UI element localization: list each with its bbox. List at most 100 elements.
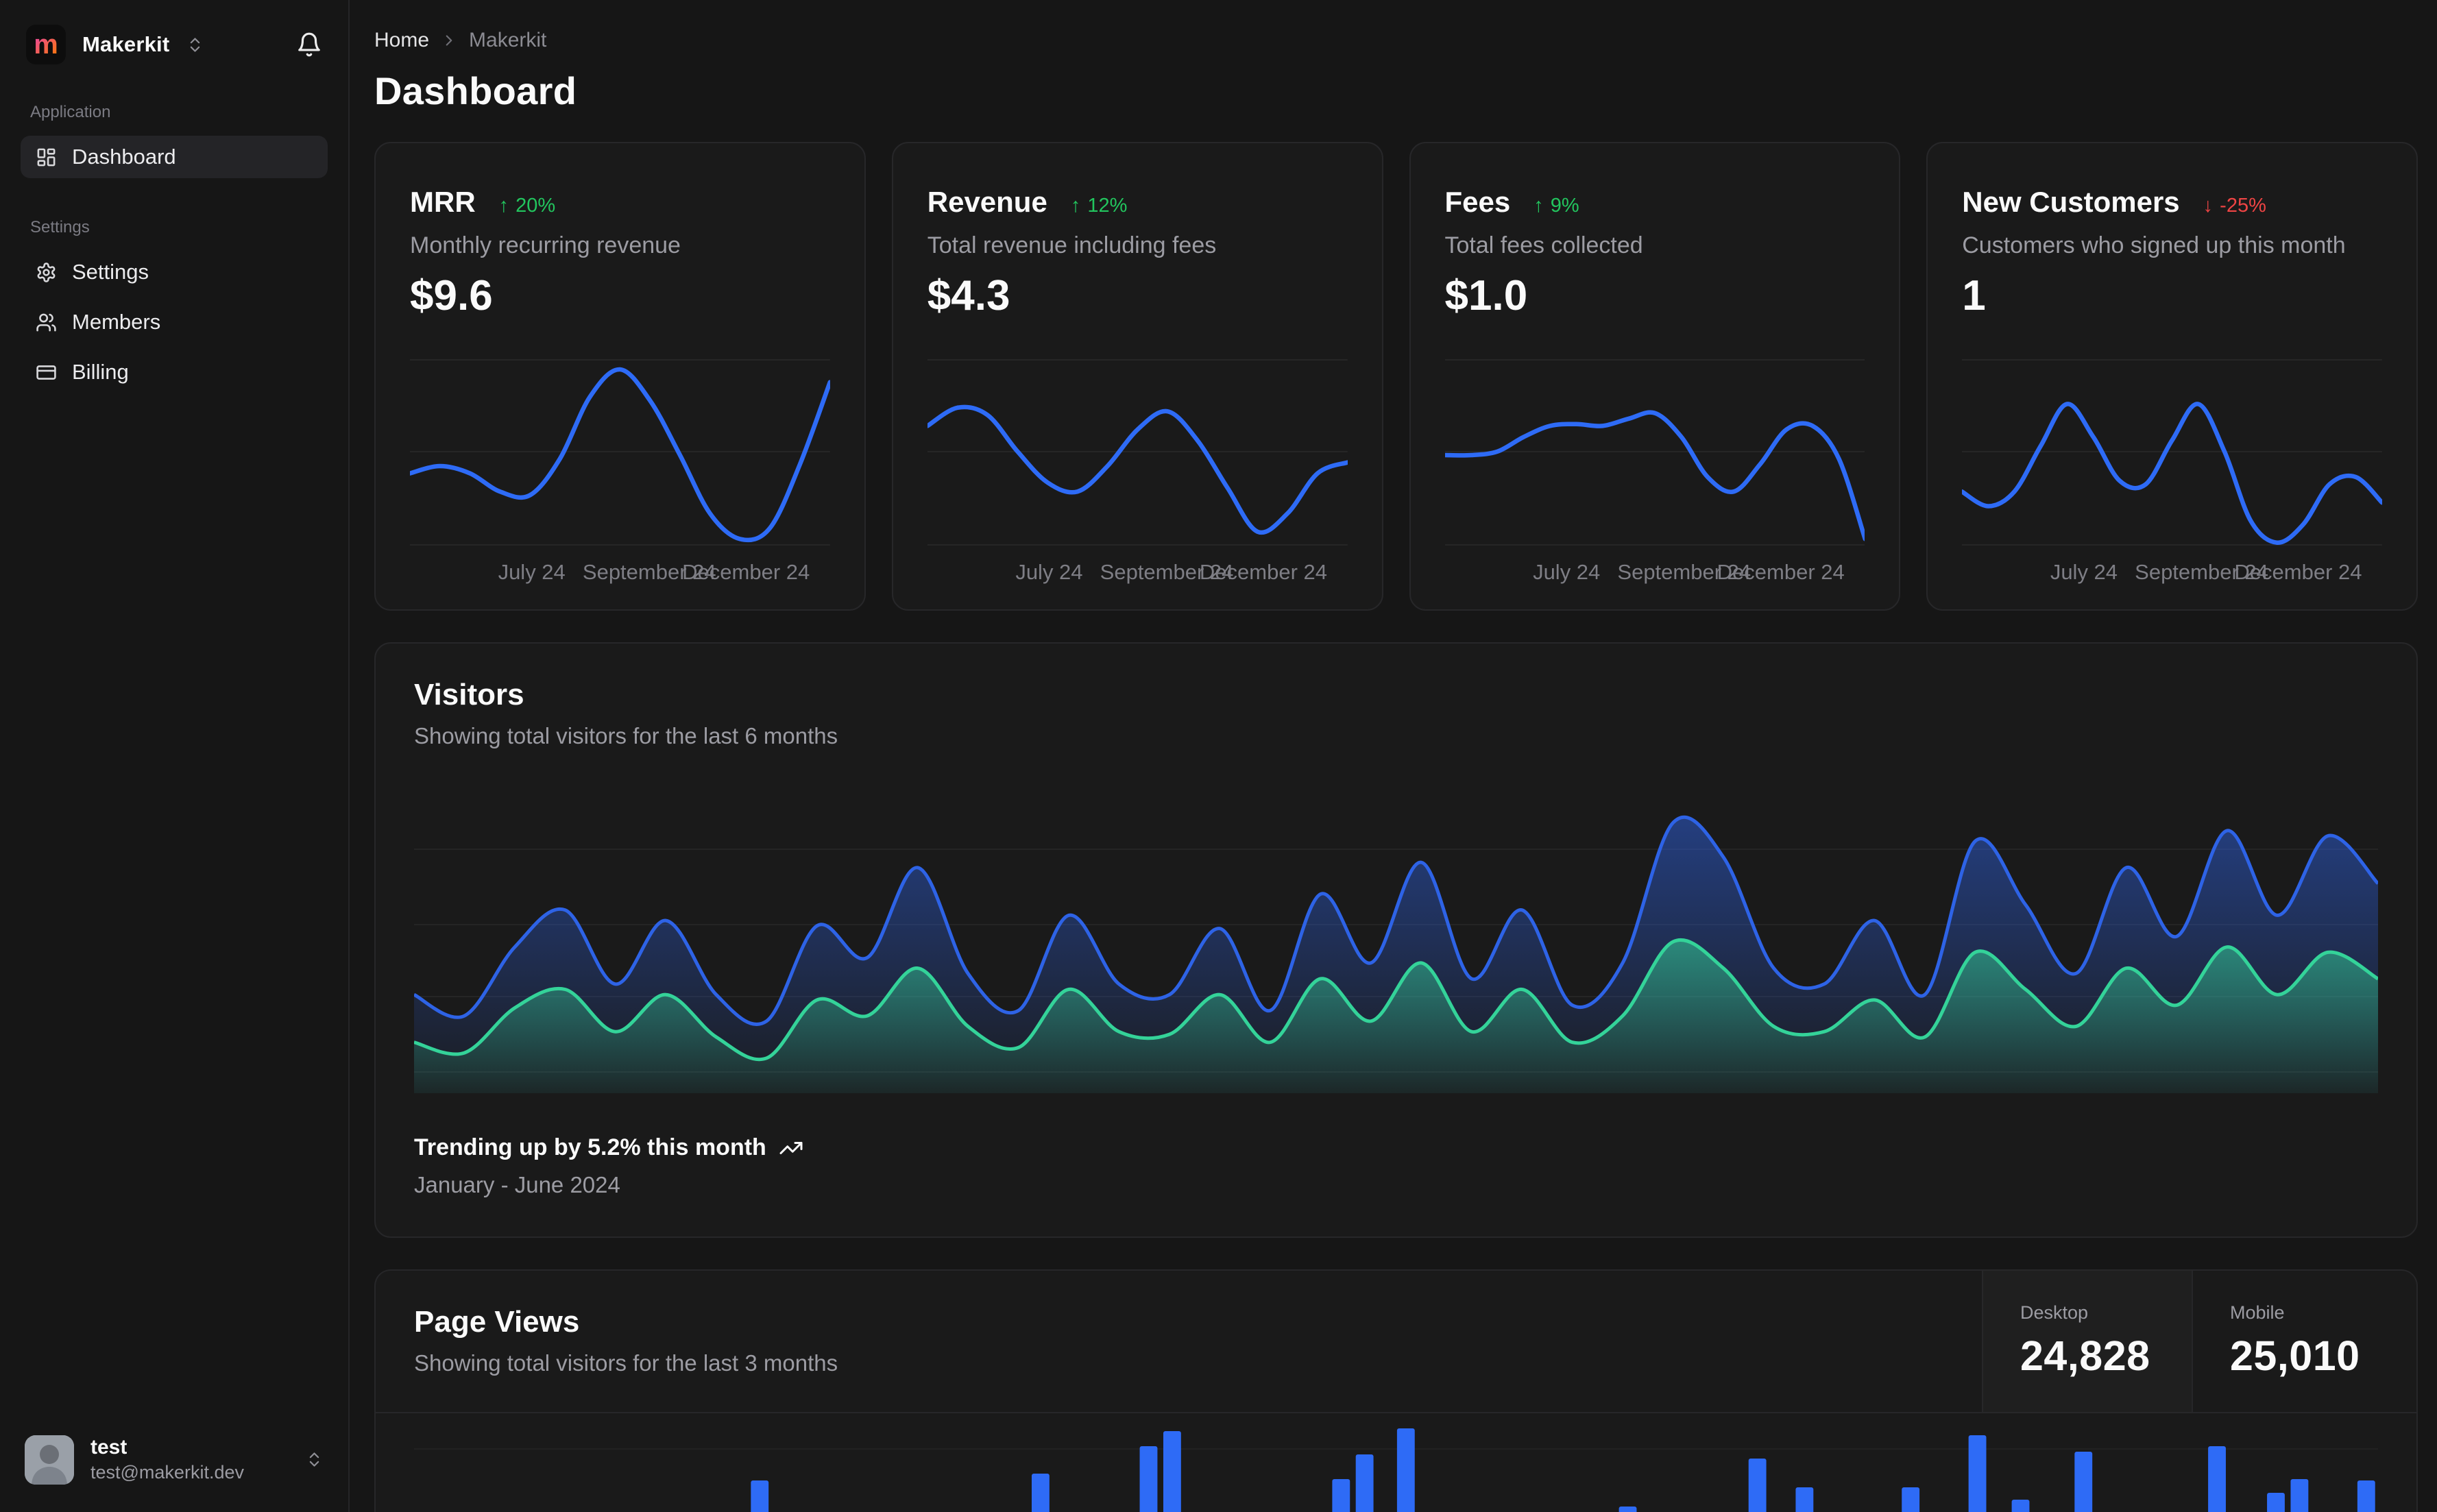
chevron-right-icon — [446, 35, 452, 46]
stat-delta-value: 20% — [516, 195, 556, 217]
stat-subtitle: Total fees collected — [1444, 232, 1643, 258]
sidebar-item-dashboard[interactable]: Dashboard — [21, 136, 328, 178]
stat-card-header: MRR ↑ 20% — [410, 186, 830, 219]
stat-delta-badge: ↓ -25% — [2203, 195, 2266, 217]
page-views-header: Page Views Showing total visitors for th… — [376, 1271, 2416, 1413]
stat-delta-value: -25% — [2220, 195, 2266, 217]
workspace-selector[interactable]: m Makerkit — [19, 21, 329, 69]
x-axis-label: December 24 — [682, 560, 810, 584]
billing-icon — [36, 365, 56, 380]
user-avatar — [25, 1435, 74, 1485]
stat-delta-value: 9% — [1550, 195, 1579, 217]
stat-x-axis: July 24 September 24 December 24 — [927, 560, 1348, 589]
new-customers-sparkline — [1962, 349, 2382, 554]
sidebar-item-members[interactable]: Members — [21, 301, 328, 343]
page-views-toggle-desktop[interactable]: Desktop 24,828 — [1982, 1271, 2192, 1412]
sidebar-nav: Application Dashboard Settings Settings Memb… — [19, 69, 329, 1428]
breadcrumb-makerkit[interactable]: Makerkit — [469, 29, 546, 52]
settings-icon — [37, 262, 56, 282]
stat-card-new-customers: New Customers ↓ -25% Customers who signed u… — [1926, 142, 2418, 611]
stat-value: 1 — [1962, 272, 1986, 319]
stat-delta-badge: ↑ 20% — [499, 195, 556, 217]
user-menu[interactable]: test test@makerkit.dev — [19, 1428, 329, 1491]
main-content: Home Makerkit Dashboard MRR ↑ 20% Monthly r… — [350, 0, 2437, 1512]
stat-x-axis: July 24 September 24 December 24 — [410, 560, 830, 589]
sidebar-item-label: Settings — [72, 260, 149, 284]
notifications-button[interactable] — [296, 32, 322, 58]
visitors-title: Visitors — [414, 678, 524, 711]
x-axis-label: July 24 — [498, 560, 566, 584]
visitors-footer: Trending up by 5.2% this month January -… — [414, 1134, 2378, 1198]
stat-x-axis: July 24 September 24 December 24 — [1445, 560, 1865, 589]
breadcrumb: Home Makerkit — [374, 21, 2418, 52]
page-views-bar-chart — [414, 1428, 2378, 1512]
visitors-trend-text: Trending up by 5.2% this month — [414, 1134, 766, 1160]
user-info: test test@makerkit.dev — [90, 1435, 244, 1485]
stat-subtitle: Total revenue including fees — [927, 232, 1217, 258]
sidebar-item-label: Members — [72, 310, 161, 334]
avatar-placeholder-icon — [25, 1435, 74, 1485]
arrow-up-icon: ↑ — [498, 195, 509, 217]
x-axis-label: December 24 — [1717, 560, 1845, 584]
user-name: test — [90, 1436, 128, 1459]
stat-title: MRR — [410, 186, 476, 218]
sidebar-item-settings[interactable]: Settings — [21, 251, 328, 293]
x-axis-label: July 24 — [2050, 560, 2118, 584]
page-views-title: Page Views — [414, 1305, 580, 1339]
nav-section-label: Application — [30, 103, 111, 121]
nav-section-label: Settings — [30, 218, 90, 236]
stat-card-mrr: MRR ↑ 20% Monthly recurring revenue $9.6 July… — [374, 142, 866, 611]
stat-value: $1.0 — [1444, 272, 1528, 319]
stat-x-axis: July 24 September 24 December 24 — [1962, 560, 2382, 589]
toggle-label: Mobile — [2230, 1302, 2285, 1323]
sidebar-item-billing[interactable]: Billing — [21, 351, 328, 393]
page-views-card: Page Views Showing total visitors for th… — [374, 1269, 2418, 1512]
makerkit-logo: m — [26, 25, 66, 64]
stat-card-header: New Customers ↓ -25% — [1962, 186, 2382, 219]
stat-card-header: Revenue ↑ 12% — [927, 186, 1348, 219]
workspace-name: Makerkit — [82, 32, 170, 56]
fees-sparkline — [1445, 349, 1865, 554]
stat-card-header: Fees ↑ 9% — [1445, 186, 1865, 219]
stat-title: New Customers — [1962, 186, 2180, 218]
app-root: m Makerkit Application Dashboard Settings S… — [0, 0, 2437, 1512]
arrow-down-icon: ↓ — [2203, 195, 2214, 217]
stat-delta-badge: ↑ 12% — [1071, 195, 1128, 217]
bell-icon — [298, 32, 320, 57]
visitors-trend: Trending up by 5.2% this month — [414, 1134, 2378, 1161]
arrow-up-icon: ↑ — [1070, 195, 1081, 217]
stat-title: Fees — [1444, 186, 1511, 218]
stat-subtitle: Customers who signed up this month — [1962, 232, 2346, 258]
toggle-label: Desktop — [2020, 1302, 2089, 1323]
stat-title: Revenue — [927, 186, 1047, 218]
x-axis-label: December 24 — [1199, 560, 1327, 584]
page-views-stat-toggles: Desktop 24,828 Mobile 25,010 — [1982, 1271, 2416, 1412]
visitors-card: Visitors Showing total visitors for the … — [374, 642, 2418, 1238]
x-axis-label: July 24 — [1533, 560, 1601, 584]
x-axis-label: December 24 — [2234, 560, 2362, 584]
visitors-range: January - June 2024 — [414, 1172, 620, 1197]
chevrons-up-down-icon — [191, 37, 200, 52]
visitors-subtitle: Showing total visitors for the last 6 mo… — [414, 723, 838, 748]
stat-card-fees: Fees ↑ 9% Total fees collected $1.0 July 24 Se… — [1409, 142, 1901, 611]
user-email: test@makerkit.dev — [90, 1461, 244, 1483]
mrr-sparkline — [410, 349, 830, 554]
sidebar: m Makerkit Application Dashboard Settings S… — [0, 0, 350, 1512]
members-icon — [36, 313, 56, 331]
visitors-area-chart — [414, 792, 2378, 1093]
toggle-value: 24,828 — [2020, 1332, 2150, 1379]
breadcrumb-home[interactable]: Home — [374, 29, 429, 52]
x-axis-label: July 24 — [1015, 560, 1083, 584]
page-title: Dashboard — [374, 69, 577, 112]
stat-delta-badge: ↑ 9% — [1533, 195, 1579, 217]
revenue-sparkline — [927, 349, 1348, 554]
sidebar-item-label: Billing — [72, 360, 129, 384]
page-views-subtitle: Showing total visitors for the last 3 mo… — [414, 1350, 838, 1376]
arrow-up-icon: ↑ — [1533, 195, 1544, 217]
stat-delta-value: 12% — [1087, 195, 1128, 217]
stat-value: $4.3 — [927, 272, 1010, 319]
stat-subtitle: Monthly recurring revenue — [410, 232, 681, 258]
dashboard-icon — [37, 148, 56, 166]
stat-cards-row: MRR ↑ 20% Monthly recurring revenue $9.6 July… — [374, 142, 2418, 611]
page-views-toggle-mobile[interactable]: Mobile 25,010 — [2192, 1271, 2416, 1412]
